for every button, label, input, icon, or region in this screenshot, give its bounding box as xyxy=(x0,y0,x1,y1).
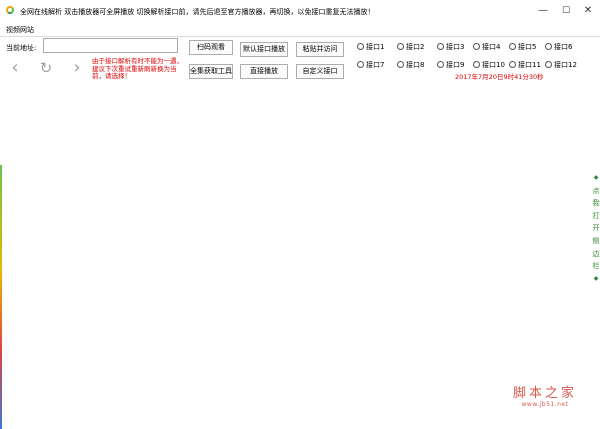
watermark-logo-text: 脚本之家 xyxy=(512,386,577,401)
radio-circle-icon xyxy=(473,61,480,68)
radio-circle-icon xyxy=(357,43,364,50)
interface-radio-label: 接口11 xyxy=(518,61,541,69)
hint-text: 由于接口解析有时不能为一遇，建议下次重试重新刷新换为当前，请选择！ xyxy=(92,57,183,80)
default-play-button[interactable]: 默认接口播放 xyxy=(240,42,288,57)
interface-radio-2[interactable]: 接口2 xyxy=(397,42,424,52)
interface-radio-8[interactable]: 接口8 xyxy=(397,60,424,70)
left-color-strip xyxy=(0,165,2,429)
address-label: 当前地址: xyxy=(6,44,37,52)
sidebar-toggle-char: 栏 xyxy=(592,262,600,271)
paste-visit-button[interactable]: 粘贴并访问 xyxy=(296,42,344,57)
radio-circle-icon xyxy=(437,43,444,50)
menu-item-video-sites[interactable]: 视频网站 xyxy=(6,25,34,35)
interface-radio-12[interactable]: 接口12 xyxy=(545,60,577,70)
radio-circle-icon xyxy=(397,43,404,50)
address-input[interactable] xyxy=(43,38,178,53)
sidebar-toggle-char: 点 xyxy=(592,186,600,195)
interface-radio-10[interactable]: 接口10 xyxy=(473,60,505,70)
radio-circle-icon xyxy=(397,61,404,68)
interface-radio-label: 接口5 xyxy=(518,43,537,51)
forward-icon[interactable]: › xyxy=(67,58,87,78)
interface-radio-label: 接口1 xyxy=(366,43,385,51)
interface-radio-5[interactable]: 接口5 xyxy=(509,42,536,52)
get-tool-button[interactable]: 全集获取工具 xyxy=(189,64,233,79)
interface-radio-label: 接口4 xyxy=(482,43,501,51)
minimize-button[interactable]: — xyxy=(535,3,551,19)
sidebar-toggle-char: 开 xyxy=(592,224,600,233)
sidebar-toggle-char: 侧 xyxy=(592,236,600,245)
sidebar-toggle[interactable]: ◆ 点我打开侧边栏 ◆ xyxy=(591,172,600,285)
title-bar: 全网在线解析 双击播放器可全屏播放 切换解析接口前，请先后退至官方播放器，再切换… xyxy=(0,0,600,22)
datetime-display: 2017年7月20日9时41分30秒 xyxy=(455,73,544,81)
maximize-button[interactable]: ☐ xyxy=(558,3,574,19)
scan-watch-button[interactable]: 扫码观看 xyxy=(189,40,233,55)
menu-bar: 视频网站 xyxy=(0,22,600,37)
refresh-icon[interactable]: ↻ xyxy=(36,58,56,78)
window-title: 全网在线解析 双击播放器可全屏播放 切换解析接口前，请先后退至官方播放器，再切换… xyxy=(20,8,375,16)
sidebar-toggle-char: 我 xyxy=(592,199,600,208)
app-logo-icon xyxy=(6,6,14,14)
interface-radio-9[interactable]: 接口9 xyxy=(437,60,464,70)
radio-circle-icon xyxy=(437,61,444,68)
interface-radio-label: 接口10 xyxy=(482,61,505,69)
watermark: 脚本之家 www.jb51.net xyxy=(508,382,582,408)
sidebar-toggle-char: 打 xyxy=(592,211,600,220)
interface-radio-7[interactable]: 接口7 xyxy=(357,60,384,70)
interface-radio-3[interactable]: 接口3 xyxy=(437,42,464,52)
custom-interface-button[interactable]: 自定义接口 xyxy=(296,64,344,79)
radio-circle-icon xyxy=(357,61,364,68)
radio-circle-icon xyxy=(509,61,516,68)
diamond-icon: ◆ xyxy=(593,174,599,181)
radio-circle-icon xyxy=(545,61,552,68)
interface-radio-label: 接口8 xyxy=(406,61,425,69)
interface-radio-label: 接口6 xyxy=(554,43,573,51)
radio-circle-icon xyxy=(473,43,480,50)
direct-play-button[interactable]: 直接播放 xyxy=(240,64,288,79)
watermark-url: www.jb51.net xyxy=(521,401,569,408)
radio-circle-icon xyxy=(545,43,552,50)
interface-radio-label: 接口2 xyxy=(406,43,425,51)
interface-radio-label: 接口7 xyxy=(366,61,385,69)
interface-radio-4[interactable]: 接口4 xyxy=(473,42,500,52)
interface-radio-6[interactable]: 接口6 xyxy=(545,42,572,52)
interface-radio-1[interactable]: 接口1 xyxy=(357,42,384,52)
interface-radio-11[interactable]: 接口11 xyxy=(509,60,541,70)
close-button[interactable]: ✕ xyxy=(580,3,596,19)
interface-radio-label: 接口3 xyxy=(446,43,465,51)
back-icon[interactable]: ‹ xyxy=(5,58,25,78)
interface-radio-label: 接口9 xyxy=(446,61,465,69)
radio-circle-icon xyxy=(509,43,516,50)
sidebar-toggle-char: 边 xyxy=(592,249,600,258)
diamond-icon: ◆ xyxy=(593,274,599,282)
interface-radio-label: 接口12 xyxy=(554,61,577,69)
